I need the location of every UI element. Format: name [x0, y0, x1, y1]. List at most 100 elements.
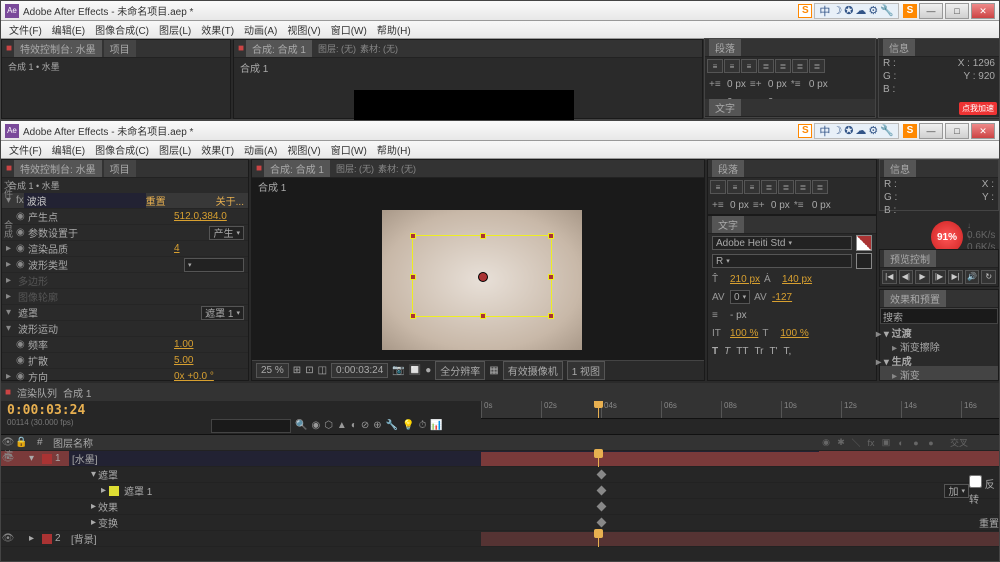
- subscript[interactable]: T,: [784, 346, 792, 357]
- vscale-val[interactable]: 100 %: [730, 328, 758, 339]
- twirl-icon[interactable]: ▾: [6, 307, 16, 318]
- tl-search[interactable]: [211, 419, 291, 433]
- close-button[interactable]: ✕: [971, 3, 995, 19]
- twirl-icon[interactable]: ▸: [6, 275, 16, 286]
- snapshot-icon[interactable]: 📷: [392, 365, 404, 376]
- color-swatch[interactable]: [856, 235, 872, 251]
- timecode-block[interactable]: 0:00:03:24 00114 (30.000 fps): [1, 401, 101, 434]
- about-link[interactable]: 关于...: [216, 193, 244, 208]
- eye-icon[interactable]: 👁: [1, 533, 15, 544]
- channel-icon[interactable]: ●: [425, 365, 431, 376]
- twirl-icon[interactable]: ▾: [29, 453, 39, 464]
- switch-hdr[interactable]: ●: [924, 438, 938, 448]
- val[interactable]: 0 px: [730, 200, 749, 211]
- mask-handle[interactable]: [548, 274, 554, 280]
- tool-icon[interactable]: ◐: [351, 420, 357, 431]
- minimize-button[interactable]: —: [919, 3, 943, 19]
- keyframe-icon[interactable]: [597, 486, 607, 496]
- twirl-icon[interactable]: ▸: [6, 371, 16, 382]
- menu-item[interactable]: 帮助(H): [373, 141, 415, 158]
- mask-rect[interactable]: [412, 235, 552, 317]
- layer-bar[interactable]: [481, 452, 999, 466]
- effects-tab[interactable]: 特效控制台: 水墨: [14, 40, 102, 57]
- menu-item[interactable]: 编辑(E): [48, 21, 89, 38]
- font-dropdown[interactable]: Adobe Heiti Std: [712, 236, 852, 250]
- switch-hdr[interactable]: ◐: [894, 438, 908, 448]
- stopwatch-icon[interactable]: ◉: [16, 243, 26, 254]
- stopwatch-icon[interactable]: ◉: [16, 339, 26, 350]
- prop-value[interactable]: 0x +0.0 °: [174, 371, 244, 382]
- mask-handle[interactable]: [480, 233, 486, 239]
- align-right-icon[interactable]: ≡: [744, 180, 760, 194]
- char-tab[interactable]: 文字: [712, 216, 744, 233]
- indent-val[interactable]: 0 px: [727, 79, 746, 90]
- menu-item[interactable]: 文件(F): [5, 21, 46, 38]
- mask-handle[interactable]: [548, 313, 554, 319]
- para-tab[interactable]: 段落: [709, 39, 741, 56]
- twirl-icon[interactable]: ▸: [29, 533, 39, 544]
- style-dropdown[interactable]: R: [712, 254, 852, 268]
- comp-canvas[interactable]: [382, 210, 582, 350]
- keyframe-icon[interactable]: [597, 502, 607, 512]
- close-tab-icon[interactable]: ■: [5, 387, 11, 398]
- timecode[interactable]: 0:00:03:24: [7, 403, 95, 418]
- justify-r-icon[interactable]: ≣: [795, 180, 811, 194]
- mask-handle[interactable]: [410, 313, 416, 319]
- views-dropdown[interactable]: 1 视图: [567, 361, 605, 380]
- ime-icon[interactable]: 🔧: [880, 124, 894, 137]
- fx-cat[interactable]: ▾ 生成: [880, 352, 998, 366]
- guides-icon[interactable]: ⊡: [305, 365, 313, 376]
- stroke-swatch[interactable]: [856, 253, 872, 269]
- playhead[interactable]: [598, 531, 599, 547]
- smallcaps[interactable]: Tr: [754, 346, 763, 357]
- fx-tab[interactable]: 效果和预置: [884, 290, 946, 307]
- comp-name-label[interactable]: 合成 1: [252, 178, 704, 195]
- layer-tab[interactable]: 图层: (无): [318, 42, 356, 55]
- justify-icon[interactable]: ≣: [809, 59, 825, 73]
- tool-icon[interactable]: ⬡: [324, 420, 333, 431]
- stroke-val[interactable]: - px: [730, 310, 747, 321]
- menu-item[interactable]: 图像合成(C): [91, 21, 153, 38]
- ime-icon[interactable]: 中: [819, 3, 830, 19]
- stopwatch-icon[interactable]: ◉: [16, 211, 26, 222]
- faux-bold[interactable]: T: [712, 346, 718, 357]
- prop-value[interactable]: 512.0,384.0: [174, 211, 244, 222]
- track-val[interactable]: -127: [772, 292, 792, 303]
- sogou-icon-bg[interactable]: S: [798, 4, 812, 18]
- camera-dropdown[interactable]: 有效摄像机: [503, 361, 563, 380]
- comp-tab[interactable]: 合成: 合成 1: [264, 160, 330, 177]
- prop-value[interactable]: 1.00: [174, 339, 244, 350]
- close-tab-icon[interactable]: ■: [256, 163, 262, 174]
- mask-handle[interactable]: [410, 274, 416, 280]
- lead-val[interactable]: 140 px: [782, 274, 812, 285]
- accel-badge[interactable]: 点我加速: [959, 102, 997, 115]
- ime-icon[interactable]: ✪: [844, 4, 853, 17]
- close-tab-icon[interactable]: ■: [6, 43, 12, 54]
- tool-icon[interactable]: 🔍: [295, 420, 307, 431]
- tool-icon[interactable]: 🔧: [386, 420, 398, 431]
- prop-value[interactable]: 4: [174, 243, 244, 254]
- allcaps[interactable]: TT: [736, 346, 748, 357]
- close-tab-icon[interactable]: ■: [6, 163, 12, 174]
- keyframe-icon[interactable]: [597, 470, 607, 480]
- fx-cat[interactable]: ▾ 过渡: [880, 324, 998, 338]
- kern-dd[interactable]: 0: [730, 290, 750, 304]
- left-tab-label[interactable]: 合成: [2, 220, 15, 238]
- tool-icon[interactable]: ⊕: [373, 420, 381, 431]
- audio-icon[interactable]: 🔊: [965, 270, 980, 284]
- time-ruler[interactable]: 0s 02s 04s 06s 08s 10s 12s 14s 16s: [481, 401, 999, 419]
- mask-handle[interactable]: [410, 233, 416, 239]
- zoom-dropdown[interactable]: 25 %: [256, 363, 289, 378]
- fx-item[interactable]: 渐变: [880, 366, 998, 380]
- indent-val[interactable]: 0 px: [768, 79, 787, 90]
- ime-toolbar-bg[interactable]: 中☽✪☁⚙🔧: [814, 3, 899, 19]
- layer-tab[interactable]: 图层: (无): [336, 162, 374, 175]
- ime-icon[interactable]: 🔧: [880, 4, 894, 17]
- align-center-icon[interactable]: ≡: [724, 59, 740, 73]
- close-tab-icon[interactable]: ■: [238, 43, 244, 54]
- ime-icon[interactable]: ⚙: [868, 4, 878, 17]
- justify-icon[interactable]: ≣: [758, 59, 774, 73]
- sogou-icon[interactable]: S: [798, 124, 812, 138]
- project-tab[interactable]: 项目: [104, 160, 136, 177]
- info-tab[interactable]: 信息: [884, 160, 916, 177]
